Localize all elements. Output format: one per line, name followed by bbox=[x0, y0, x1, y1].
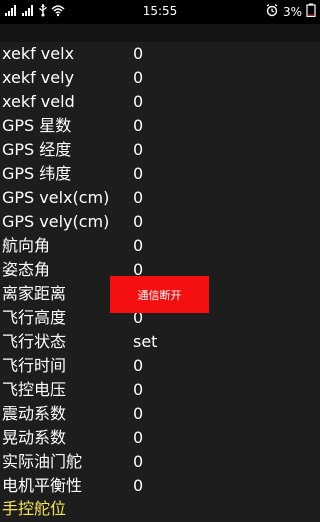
telemetry-label: 飞行高度 bbox=[2, 308, 67, 327]
telemetry-row: GPS vely(cm) 0 bbox=[0, 210, 320, 234]
telemetry-value: 0 bbox=[133, 68, 144, 87]
telemetry-value: 0 bbox=[133, 236, 144, 255]
telemetry-value: set bbox=[133, 332, 158, 351]
telemetry-label: 姿态角 bbox=[2, 260, 51, 279]
status-right-icons: 3% bbox=[265, 3, 316, 20]
telemetry-label: 飞控电压 bbox=[2, 380, 67, 399]
telemetry-row: GPS velx(cm) 0 bbox=[0, 186, 320, 210]
telemetry-value: 0 bbox=[133, 92, 144, 111]
telemetry-label: GPS 纬度 bbox=[2, 164, 72, 183]
telemetry-row: GPS 纬度 0 bbox=[0, 162, 320, 186]
telemetry-value: 0 bbox=[133, 428, 144, 447]
telemetry-value: 0 bbox=[133, 140, 144, 159]
telemetry-label: GPS 经度 bbox=[2, 140, 72, 159]
telemetry-row: GPS 星数 0 bbox=[0, 114, 320, 138]
telemetry-label: 航向角 bbox=[2, 236, 51, 255]
battery-icon bbox=[306, 3, 316, 20]
telemetry-value: 0 bbox=[133, 212, 144, 231]
telemetry-value: 0 bbox=[133, 404, 144, 423]
telemetry-value: 0 bbox=[133, 164, 144, 183]
telemetry-row: xekf veld 0 bbox=[0, 90, 320, 114]
telemetry-row: 震动系数 0 bbox=[0, 402, 320, 426]
telemetry-row: 电机平衡性 0 bbox=[0, 474, 320, 498]
telemetry-list: xekf velx 0 xekf vely 0 xekf veld 0 GPS 星数 0 GPS… bbox=[0, 42, 320, 498]
telemetry-row: xekf velx 0 bbox=[0, 42, 320, 66]
telemetry-value: 0 bbox=[133, 380, 144, 399]
telemetry-label: GPS vely(cm) bbox=[2, 212, 110, 231]
telemetry-value: 0 bbox=[133, 356, 144, 375]
telemetry-row: xekf vely 0 bbox=[0, 66, 320, 90]
telemetry-row: GPS 经度 0 bbox=[0, 138, 320, 162]
telemetry-label: 飞行状态 bbox=[2, 332, 67, 351]
telemetry-label: xekf vely bbox=[2, 68, 75, 87]
telemetry-value: 0 bbox=[133, 476, 144, 495]
telemetry-label: 飞行时间 bbox=[2, 356, 67, 375]
telemetry-label: 震动系数 bbox=[2, 404, 67, 423]
telemetry-row: 飞行时间 0 bbox=[0, 354, 320, 378]
status-bar: 15:55 3% bbox=[0, 0, 320, 24]
manual-rudder-label[interactable]: 手控舵位 bbox=[2, 497, 66, 521]
telemetry-label: 实际油门舵 bbox=[2, 452, 83, 471]
telemetry-label: 晃动系数 bbox=[2, 428, 67, 447]
telemetry-label: 离家距离 bbox=[2, 284, 67, 303]
telemetry-row: 晃动系数 0 bbox=[0, 426, 320, 450]
telemetry-value: 0 bbox=[133, 188, 144, 207]
telemetry-row: 航向角 0 bbox=[0, 234, 320, 258]
telemetry-value: 0 bbox=[133, 452, 144, 471]
telemetry-value: 0 bbox=[133, 44, 144, 63]
telemetry-value: 0 bbox=[133, 116, 144, 135]
telemetry-label: 电机平衡性 bbox=[2, 476, 83, 495]
telemetry-row: 飞行状态 set bbox=[0, 330, 320, 354]
battery-percent: 3% bbox=[282, 4, 302, 19]
telemetry-label: xekf veld bbox=[2, 92, 75, 111]
telemetry-label: xekf velx bbox=[2, 44, 75, 63]
title-bar bbox=[0, 24, 320, 42]
alarm-icon bbox=[265, 3, 279, 20]
telemetry-row: 实际油门舵 0 bbox=[0, 450, 320, 474]
telemetry-row: 飞控电压 0 bbox=[0, 378, 320, 402]
telemetry-label: GPS velx(cm) bbox=[2, 188, 110, 207]
telemetry-label: GPS 星数 bbox=[2, 116, 72, 135]
connection-lost-toast: 通信断开 bbox=[110, 276, 209, 313]
